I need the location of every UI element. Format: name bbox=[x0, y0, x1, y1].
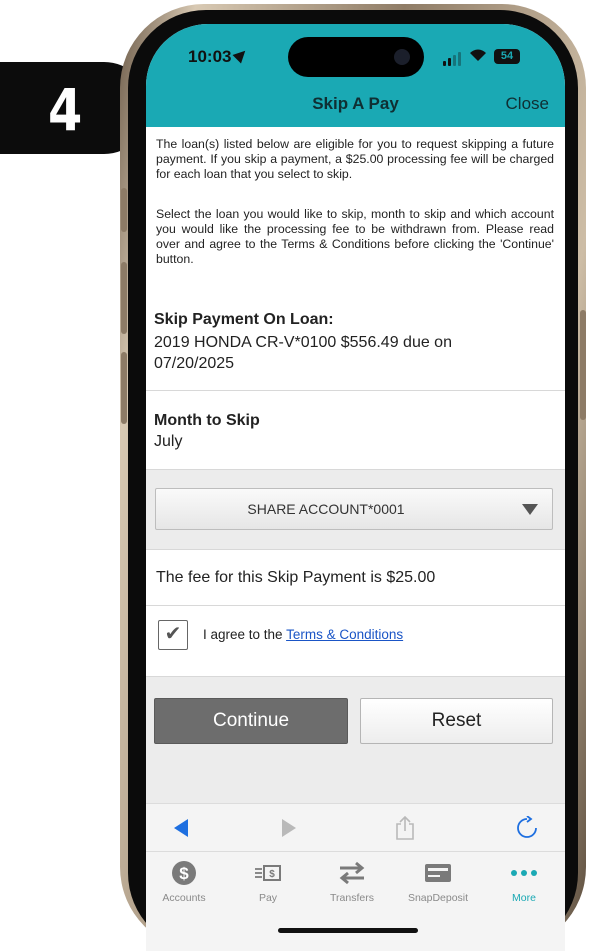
svg-text:$: $ bbox=[269, 869, 275, 880]
divider bbox=[146, 676, 565, 677]
checkmark-icon: ✔ bbox=[164, 623, 182, 645]
divider bbox=[146, 605, 565, 606]
close-button[interactable]: Close bbox=[506, 94, 549, 114]
status-time: 10:03 bbox=[188, 46, 250, 67]
agree-prefix: I agree to the bbox=[203, 627, 287, 642]
share-icon[interactable] bbox=[380, 804, 430, 852]
skip-pay-form: The loan(s) listed below are eligible fo… bbox=[146, 127, 565, 803]
status-icons: 54 bbox=[443, 48, 543, 66]
intro-paragraph-2: Select the loan you would like to skip, … bbox=[156, 207, 554, 266]
reset-button[interactable]: Reset bbox=[360, 698, 553, 744]
fee-text: The fee for this Skip Payment is $25.00 bbox=[156, 569, 436, 586]
volume-up-button bbox=[121, 262, 127, 334]
tab-label: Transfers bbox=[330, 892, 374, 904]
check-card-icon bbox=[425, 864, 451, 882]
loan-label: Skip Payment On Loan: bbox=[154, 311, 334, 328]
page-title: Skip A Pay bbox=[312, 94, 399, 113]
time-label: 10:03 bbox=[188, 47, 232, 66]
svg-text:$: $ bbox=[179, 864, 189, 883]
tab-bar: $ Accounts $ Pay Transfers SnapDeposit M… bbox=[146, 851, 565, 951]
tab-label: More bbox=[512, 892, 536, 904]
divider bbox=[146, 549, 565, 550]
divider bbox=[146, 469, 565, 470]
transfer-arrows-icon bbox=[339, 861, 365, 885]
dynamic-island bbox=[288, 37, 424, 77]
step-number: 4 bbox=[48, 76, 83, 144]
divider bbox=[146, 390, 565, 391]
reload-icon[interactable] bbox=[502, 804, 552, 852]
account-select-value: SHARE ACCOUNT*0001 bbox=[247, 501, 405, 517]
battery-icon: 54 bbox=[494, 49, 520, 64]
power-button bbox=[580, 310, 586, 420]
loan-value: 2019 HONDA CR-V*0100 $556.49 due on 07/2… bbox=[154, 334, 452, 372]
dropdown-arrow-icon bbox=[522, 504, 538, 515]
location-arrow-icon bbox=[232, 46, 250, 64]
volume-down-button bbox=[121, 352, 127, 424]
more-dots-icon bbox=[511, 870, 537, 876]
wifi-icon bbox=[469, 48, 487, 67]
agree-checkbox[interactable]: ✔ bbox=[158, 620, 188, 650]
account-select[interactable]: SHARE ACCOUNT*0001 bbox=[155, 488, 553, 530]
bill-icon: $ bbox=[255, 865, 281, 881]
forward-arrow-icon[interactable] bbox=[264, 804, 314, 852]
back-arrow-icon[interactable] bbox=[156, 804, 206, 852]
terms-link[interactable]: Terms & Conditions bbox=[286, 627, 403, 642]
camera-icon bbox=[394, 49, 410, 65]
tab-transfers[interactable]: Transfers bbox=[312, 860, 392, 904]
agree-label: I agree to the Terms & Conditions bbox=[203, 627, 403, 642]
tab-snapdeposit[interactable]: SnapDeposit bbox=[398, 860, 478, 904]
continue-button[interactable]: Continue bbox=[154, 698, 348, 744]
month-label: Month to Skip bbox=[154, 412, 260, 429]
dollar-circle-icon: $ bbox=[172, 861, 196, 885]
tab-pay[interactable]: $ Pay bbox=[228, 860, 308, 904]
phone-screen: 10:03 54 Skip A Pay Close The loan(s) li… bbox=[146, 24, 565, 951]
month-value: July bbox=[154, 433, 183, 450]
tab-label: SnapDeposit bbox=[407, 892, 469, 904]
top-bar: 10:03 54 Skip A Pay Close bbox=[146, 24, 565, 127]
tab-label: Pay bbox=[258, 892, 278, 904]
tab-label: Accounts bbox=[162, 892, 206, 904]
tab-accounts[interactable]: $ Accounts bbox=[146, 860, 224, 904]
tab-more[interactable]: More bbox=[484, 860, 564, 904]
intro-paragraph-1: The loan(s) listed below are eligible fo… bbox=[156, 137, 554, 181]
home-indicator[interactable] bbox=[278, 928, 418, 933]
browser-toolbar bbox=[146, 803, 565, 852]
action-button bbox=[121, 188, 127, 232]
